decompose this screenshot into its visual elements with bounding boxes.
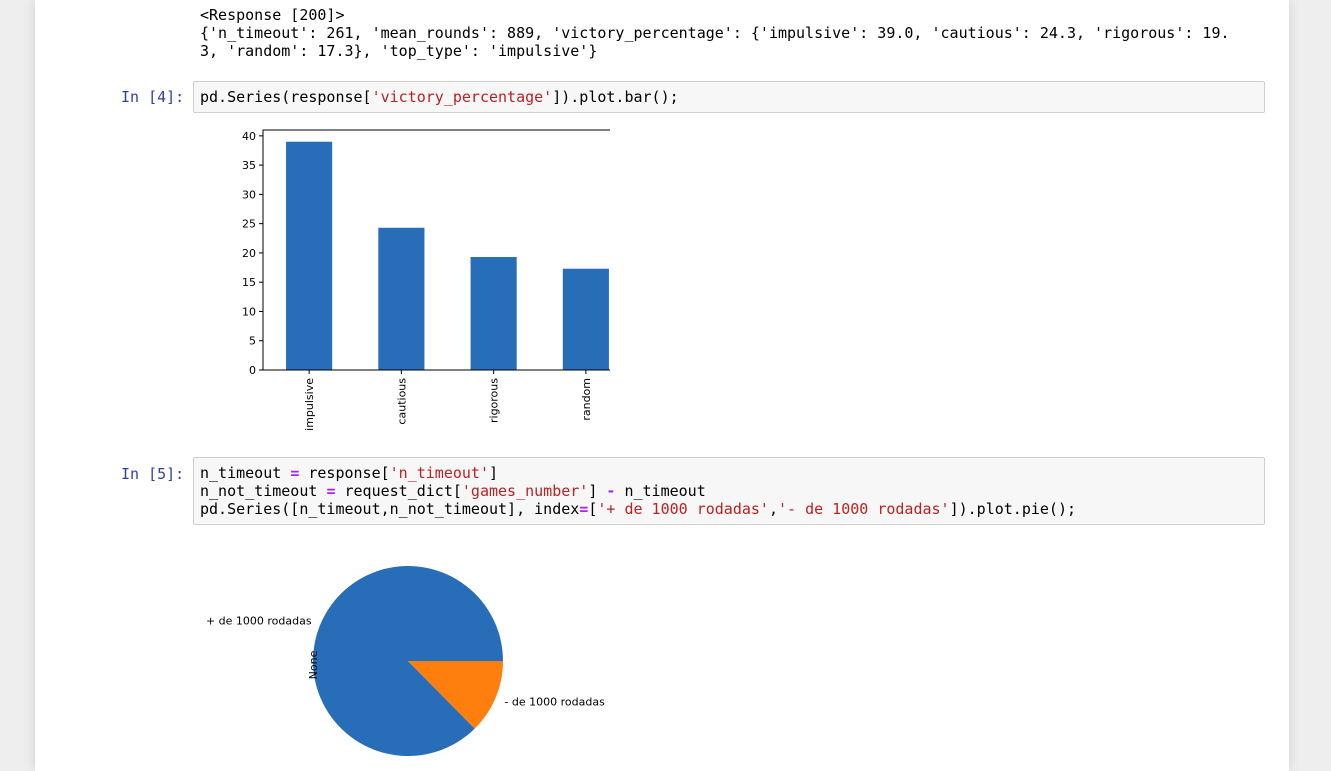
bar-random (562, 268, 609, 370)
y-tick-label: 5 (249, 335, 256, 348)
code-editor[interactable]: n_timeout = response['n_timeout'] n_not_… (194, 458, 1264, 524)
y-tick-label: 0 (249, 364, 256, 377)
y-tick-label: 15 (242, 276, 256, 289)
y-tick-label: 20 (242, 247, 256, 260)
y-tick-label: 30 (242, 188, 256, 201)
output-line: {'n_timeout': 261, 'mean_rounds': 889, '… (200, 24, 1230, 42)
x-tick-label: rigorous (488, 378, 501, 423)
cell-output-text: <Response [200]> {'n_timeout': 261, 'mea… (200, 6, 1230, 60)
pie-label: - de 1000 rodadas (504, 695, 605, 708)
pie-chart: + de 1000 rodadas - de 1000 rodadas None (206, 566, 605, 756)
bar-rigorous (470, 257, 517, 370)
y-tick-label: 35 (242, 159, 256, 172)
y-tick-label: 40 (242, 130, 256, 143)
y-tick-label: 10 (242, 305, 256, 318)
input-prompt: In [4]: (121, 88, 185, 106)
output-line: <Response [200]> (200, 6, 345, 24)
code-editor[interactable]: pd.Series(response['victory_percentage']… (194, 82, 1264, 112)
bar-chart: impulsive cautious rigorous random 0 5 10 15 20 2… (242, 129, 610, 431)
x-tick-label: cautious (395, 378, 408, 425)
pie-label: + de 1000 rodadas (206, 615, 312, 628)
bar-impulsive (286, 141, 333, 370)
code-cell-4[interactable]: pd.Series(response['victory_percentage']… (193, 81, 1265, 113)
x-tick-label: impulsive (303, 378, 316, 431)
pie-ylabel: None (307, 650, 320, 679)
output-line: 3, 'random': 17.3}, 'top_type': 'impulsi… (200, 42, 598, 60)
input-prompt: In [5]: (121, 465, 185, 483)
code-cell-5[interactable]: n_timeout = response['n_timeout'] n_not_… (193, 457, 1265, 525)
y-tick-label: 25 (242, 218, 256, 231)
bar-cautious (378, 227, 425, 370)
x-tick-label: random (580, 378, 593, 421)
notebook-page: <Response [200]> {'n_timeout': 261, 'mea… (35, 0, 1289, 771)
